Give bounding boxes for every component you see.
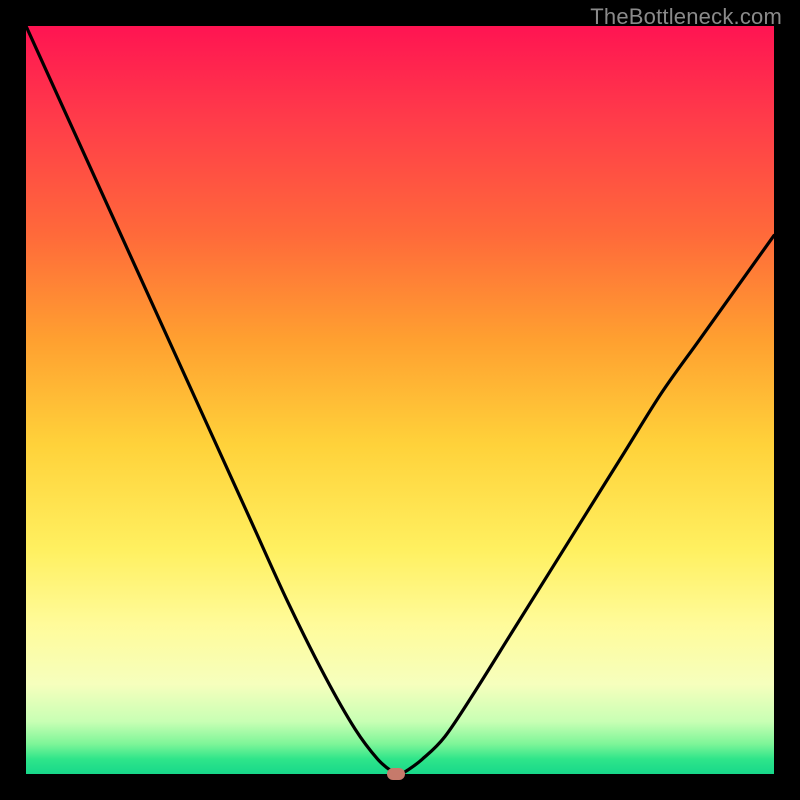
chart-frame: TheBottleneck.com bbox=[0, 0, 800, 800]
watermark-text: TheBottleneck.com bbox=[590, 4, 782, 30]
plot-area bbox=[26, 26, 774, 774]
bottleneck-curve bbox=[26, 26, 774, 774]
minimum-marker bbox=[387, 768, 405, 780]
